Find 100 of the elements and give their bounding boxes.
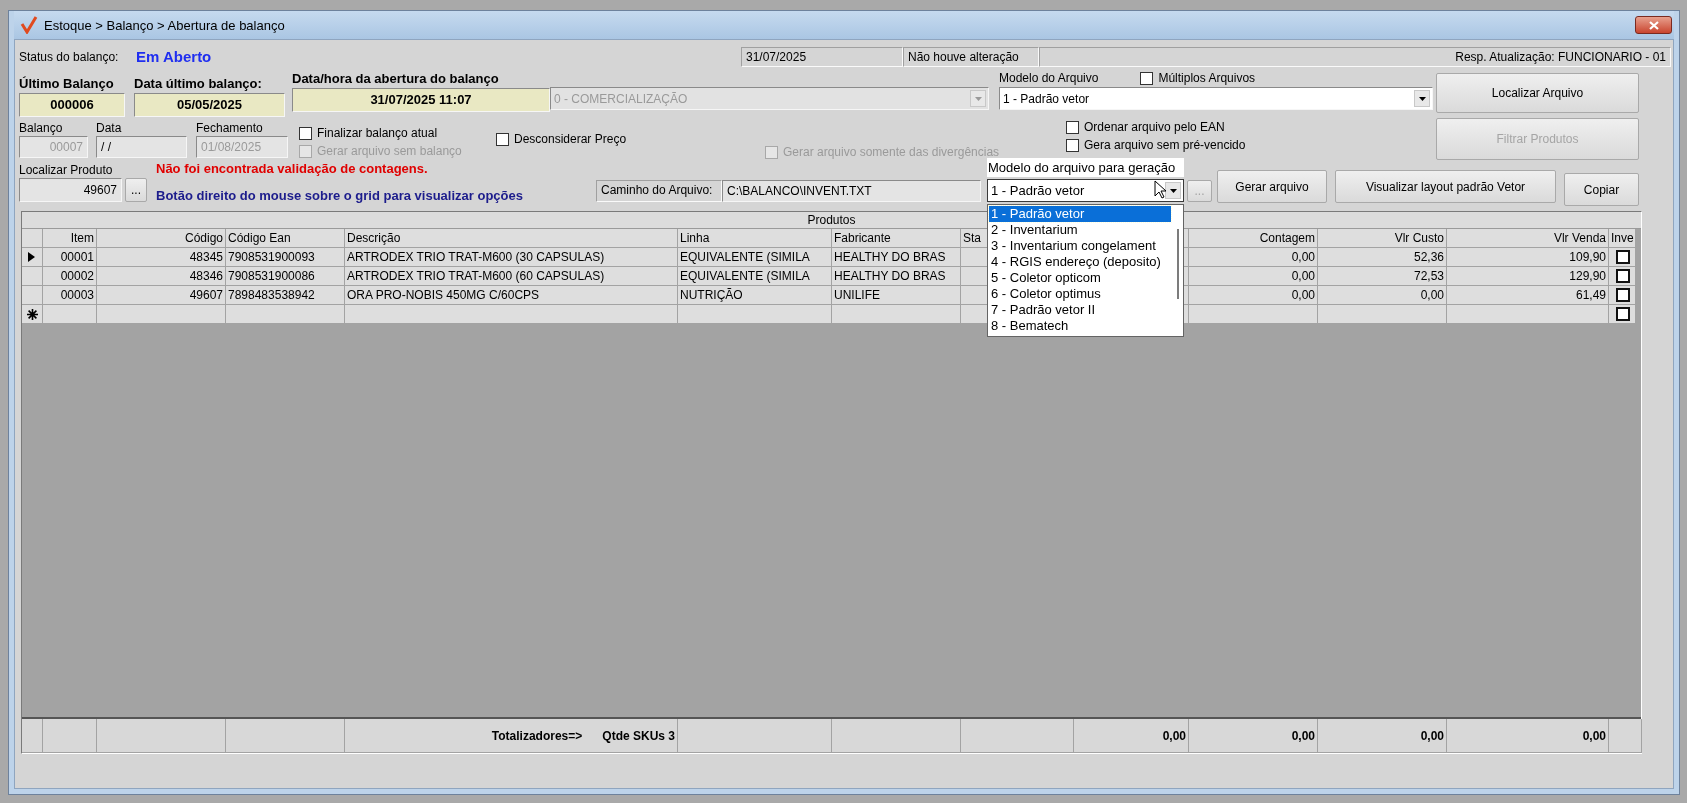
table-cell: 72,53 (1318, 267, 1447, 286)
checkbox[interactable] (1140, 71, 1154, 85)
table-cell: ARTRODEX TRIO TRAT-M600 (60 CAPSULAS) (345, 267, 678, 286)
table-cell: 0,00 (1189, 286, 1318, 305)
window-title: Estoque > Balanço > Abertura de balanço (44, 17, 286, 33)
dropdown-option[interactable]: 3 - Inventarium congelament (989, 238, 1171, 254)
mouse-pointer-icon (1154, 180, 1166, 199)
field-label: Balanço (19, 120, 64, 136)
dropdown[interactable]: 1 - Padrão vetor (987, 179, 1184, 202)
column-header[interactable]: Fabricante (832, 229, 961, 248)
checkbox-label: Finalizar balanço atual (317, 126, 438, 140)
checkbox[interactable] (1616, 250, 1630, 264)
status-label: Status do balanço: (19, 49, 120, 65)
table-cell: 00001 (43, 248, 97, 267)
action-button[interactable]: Copiar (1564, 173, 1639, 206)
checkbox-label: Gerar arquivo sem balanço (317, 144, 462, 158)
table-cell: 7908531900093 (226, 248, 345, 267)
input-field[interactable]: / / (96, 136, 187, 158)
dropdown-option[interactable]: 2 - Inventarium (989, 222, 1171, 238)
readonly-field: 05/05/2025 (134, 93, 285, 117)
field-label: Modelo do arquivo para geração (987, 158, 1184, 177)
field-label: Data (96, 120, 123, 136)
checkbox-label: Desconsiderar Preço (514, 132, 627, 146)
sku-count: Qtde SKUs 3 (602, 727, 675, 745)
table-cell: 48345 (97, 248, 226, 267)
row-selector[interactable] (22, 248, 43, 267)
column-header[interactable]: Contagem (1189, 229, 1318, 248)
action-button[interactable]: Visualizar layout padrão Vetor (1335, 170, 1556, 203)
dropdown-option[interactable]: 5 - Coletor opticom (989, 270, 1171, 286)
table-cell: UNILIFE (832, 286, 961, 305)
locate-file-button[interactable]: Localizar Arquivo (1436, 73, 1639, 113)
table-cell: 0,00 (1189, 267, 1318, 286)
status-panel: Não houve alteração (903, 47, 1039, 67)
field-label: Caminho do Arquivo: (596, 180, 722, 202)
column-header[interactable]: Descrição (345, 229, 678, 248)
table-cell: 129,90 (1447, 267, 1609, 286)
table-cell: NUTRIÇÃO (678, 286, 832, 305)
table-cell: HEALTHY DO BRAS (832, 267, 961, 286)
field-label: Último Balanço (19, 75, 115, 93)
dropdown[interactable]: 1 - Padrão vetor (999, 87, 1433, 110)
field-label: Fechamento (196, 120, 264, 136)
field-label: Data/hora da abertura do balanço (292, 70, 500, 88)
field-label: Modelo do Arquivo (999, 70, 1099, 86)
message-text: Não foi encontrada validação de contagens. (156, 161, 429, 177)
checkbox[interactable] (1616, 307, 1630, 321)
dropdown-option[interactable]: 4 - RGIS endereço (deposito) (989, 254, 1171, 270)
checkbox-label: Gerar arquivo somente das divergências (783, 145, 1000, 159)
table-cell: ORA PRO-NOBIS 450MG C/60CPS (345, 286, 678, 305)
table-cell: 00003 (43, 286, 97, 305)
table-cell: EQUIVALENTE (SIMILA (678, 267, 832, 286)
table-cell: 52,36 (1318, 248, 1447, 267)
column-header[interactable]: Linha (678, 229, 832, 248)
table-cell: 7908531900086 (226, 267, 345, 286)
table-cell: 109,90 (1447, 248, 1609, 267)
checkbox[interactable] (1066, 138, 1079, 152)
status-panel: Resp. Atualização: FUNCIONARIO - 01 (1039, 47, 1671, 67)
table-cell: 61,49 (1447, 286, 1609, 305)
row-selector[interactable] (22, 305, 43, 324)
browse-button[interactable]: ... (125, 178, 147, 202)
column-header[interactable]: Código Ean (226, 229, 345, 248)
caret-icon (974, 96, 982, 101)
dropdown-option[interactable]: 8 - Bematech (989, 318, 1171, 334)
caret-icon (1169, 188, 1177, 193)
table-cell: 7898483538942 (226, 286, 345, 305)
checkbox[interactable] (496, 132, 509, 146)
table-cell: HEALTHY DO BRAS (832, 248, 961, 267)
checkmark-icon (20, 16, 38, 34)
checkbox-label: Múltiplos Arquivos (1158, 71, 1256, 85)
checkbox[interactable] (1616, 288, 1630, 302)
table-cell: 0,00 (1318, 286, 1447, 305)
caret-icon (1418, 96, 1426, 101)
message-text: Botão direito do mouse sobre o grid para visualizar opções (156, 188, 524, 204)
status-value: Em Aberto (136, 47, 213, 67)
table-cell: 49607 (97, 286, 226, 305)
scrollbar-thumb[interactable] (1177, 229, 1179, 299)
column-header[interactable]: Vlr Venda (1447, 229, 1609, 248)
table-cell: 48346 (97, 267, 226, 286)
close-button[interactable] (1635, 16, 1672, 34)
checkbox-label: Ordenar arquivo pelo EAN (1084, 120, 1225, 134)
dropdown-option[interactable]: 7 - Padrão vetor II (989, 302, 1171, 318)
close-icon (1648, 20, 1659, 30)
column-header[interactable]: Inve (1609, 229, 1636, 248)
checkbox[interactable] (299, 126, 312, 140)
action-button[interactable]: Gerar arquivo (1217, 170, 1327, 203)
input-field[interactable]: C:\BALANCO\INVENT.TXT (722, 180, 981, 202)
checkbox[interactable] (1066, 120, 1079, 134)
table-cell: 0,00 (1189, 248, 1318, 267)
column-header[interactable]: Código (97, 229, 226, 248)
column-header[interactable]: Vlr Custo (1318, 229, 1447, 248)
checkbox-label: Gera arquivo sem pré-vencido (1084, 138, 1246, 152)
input-field[interactable]: 49607 (19, 178, 122, 202)
totals-label: Totalizadores=> (491, 727, 583, 745)
readonly-field: 000006 (19, 93, 125, 117)
field-label: Data último balanço: (134, 75, 263, 93)
column-header[interactable]: Item (43, 229, 97, 248)
asterisk-icon (27, 308, 38, 320)
dropdown-option[interactable]: 6 - Coletor optimus (989, 286, 1171, 302)
dropdown-option[interactable]: 1 - Padrão vetor (989, 206, 1171, 222)
table-cell: 00002 (43, 267, 97, 286)
checkbox[interactable] (1616, 269, 1630, 283)
